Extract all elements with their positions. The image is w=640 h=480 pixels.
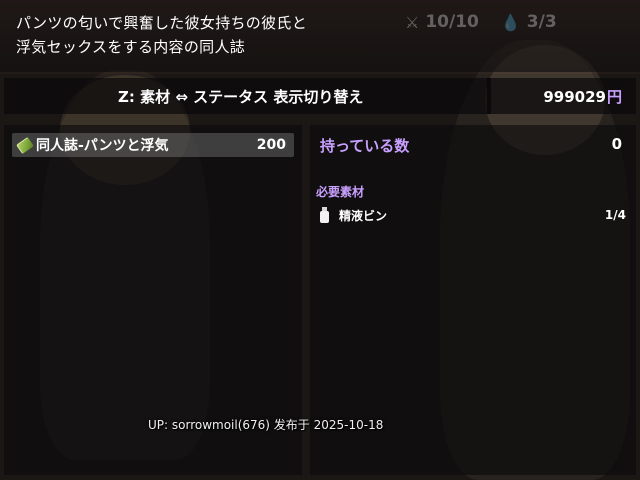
gold-window: 999029円	[543, 86, 622, 107]
book-icon	[16, 136, 34, 154]
material-count: 1/4	[604, 208, 626, 222]
item-description: パンツの匂いで興奮した彼女持ちの彼氏と 浮気セックスをする内容の同人誌	[16, 11, 307, 59]
help-divider	[487, 78, 491, 114]
gold-unit: 円	[606, 88, 622, 106]
owned-label: 持っている数	[320, 137, 410, 155]
material-row: 精液ビン 1/4	[320, 205, 626, 225]
bottle-icon	[320, 207, 329, 223]
item-count: 200	[256, 137, 286, 153]
counter-second-value: 3/3	[526, 12, 557, 32]
status-counters: ⚔ 10/10 💧 3/3	[405, 12, 557, 32]
item-name: 同人誌-パンツと浮気	[36, 138, 169, 154]
uploader-watermark: UP: sorrowmoil(676) 发布于 2025-10-18	[148, 418, 384, 432]
list-item-selected[interactable]: 同人誌-パンツと浮気 200	[12, 133, 294, 157]
description-line-2: 浮気セックスをする内容の同人誌	[16, 38, 246, 56]
item-description-window: パンツの匂いで興奮した彼女持ちの彼氏と 浮気セックスをする内容の同人誌 ⚔ 10…	[0, 0, 640, 72]
help-bar: Z: 素材 ⇔ ステータス 表示切り替え 999029円	[4, 78, 636, 114]
gold-value: 999029	[543, 88, 606, 106]
owned-value: 0	[611, 135, 622, 153]
toggle-hint[interactable]: Z: 素材 ⇔ ステータス 表示切り替え	[118, 86, 363, 107]
swords-icon: ⚔	[405, 12, 420, 32]
counter-first-value: 10/10	[425, 12, 479, 32]
material-name: 精液ビン	[339, 208, 388, 223]
description-line-1: パンツの匂いで興奮した彼女持ちの彼氏と	[16, 14, 308, 32]
droplet-icon: 💧	[500, 12, 521, 32]
required-materials-heading: 必要素材	[316, 185, 365, 199]
